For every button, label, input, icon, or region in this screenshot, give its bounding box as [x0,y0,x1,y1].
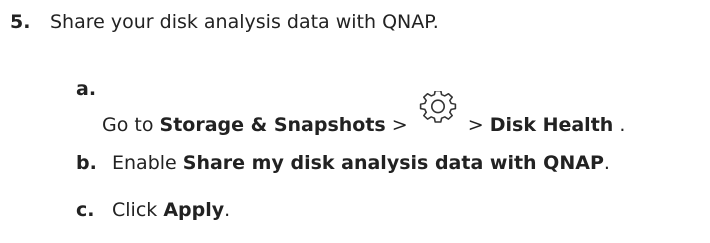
substep-a-label: a. [76,78,97,100]
separator: > [385,114,414,136]
substep-b-label: b. [76,152,97,174]
share-option-label: Share my disk analysis data with QNAP [182,152,604,174]
substep-b-prefix: Enable [112,152,183,174]
substep-b-suffix: . [603,152,610,174]
gear-icon [418,91,458,125]
separator: > [461,114,490,136]
substep-c-label: c. [76,199,95,221]
disk-health-label: Disk Health [489,114,614,136]
substep-b-text: Enable Share my disk analysis data with … [112,151,610,175]
substep-c-prefix: Click [112,199,164,221]
step-number: 5. [10,11,31,33]
substep-a-suffix: . [613,114,626,136]
substep-c-suffix: . [224,199,231,221]
storage-snapshots-label: Storage & Snapshots [159,114,386,136]
substep-a-prefix: Go to [102,114,160,136]
substep-c-text: Click Apply. [112,198,230,222]
substep-a-text: Go to Storage & Snapshots > > Disk Healt… [102,91,626,137]
step-text: Share your disk analysis data with QNAP. [50,11,439,33]
apply-label: Apply [163,199,225,221]
